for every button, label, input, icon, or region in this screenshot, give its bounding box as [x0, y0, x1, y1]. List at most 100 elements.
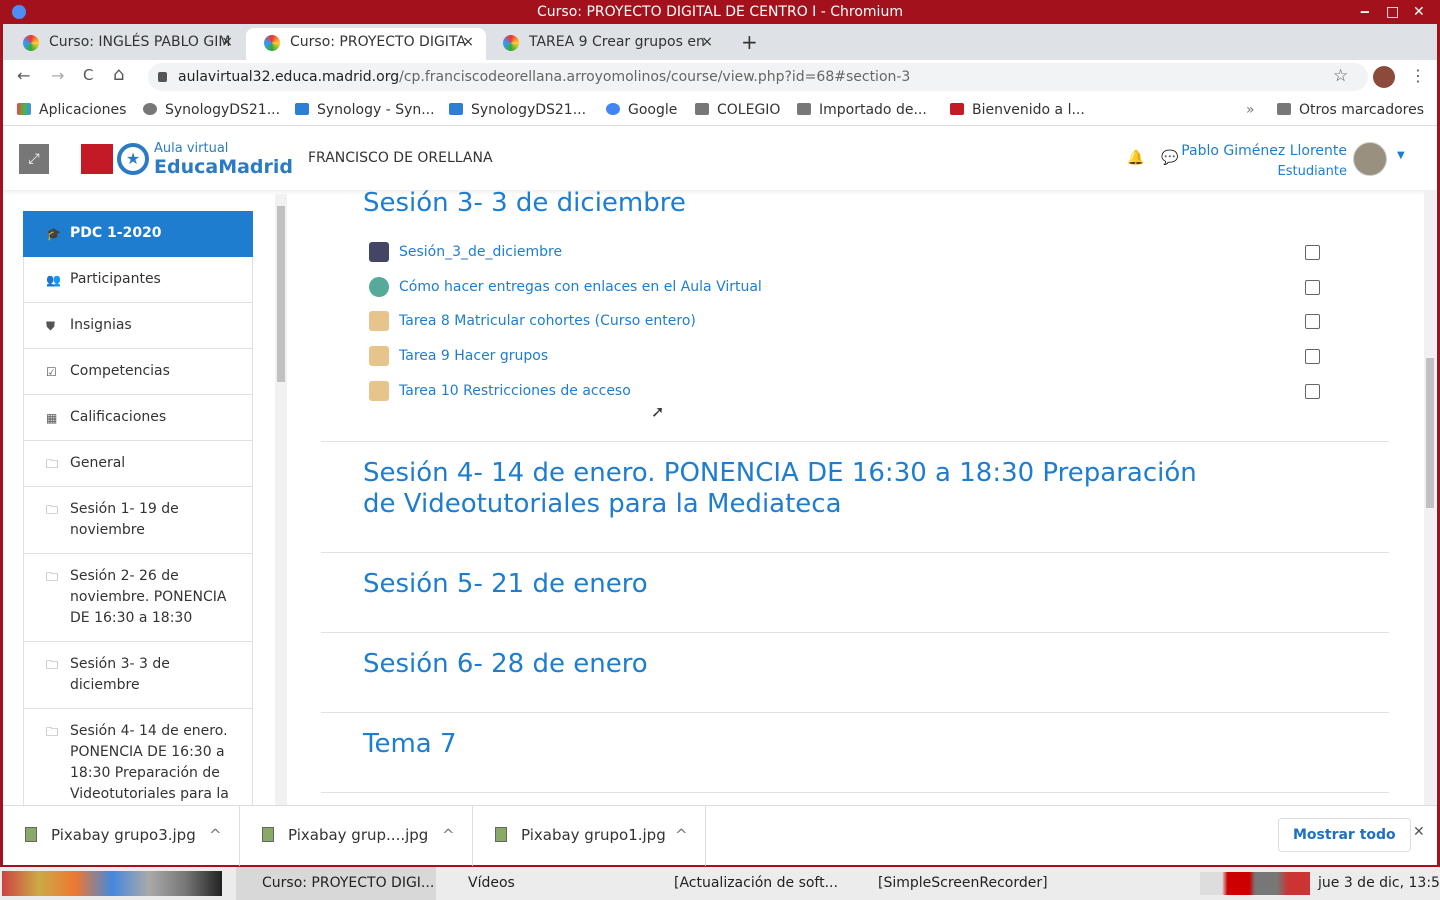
sidebar-item-insignias[interactable]: ⛊ Insignias	[23, 303, 253, 349]
completion-checkbox[interactable]	[1305, 314, 1320, 329]
educamadrid-star-logo: ★	[117, 143, 149, 175]
sidebar-item-sesion-3[interactable]: 🗀 Sesión 3- 3 de diciembre	[23, 642, 253, 709]
other-bookmarks[interactable]: Otros marcadores	[1277, 94, 1424, 126]
sidebar-scrollbar[interactable]	[275, 194, 287, 805]
check-square-icon: ☑	[46, 365, 57, 379]
bookmark-synology-2[interactable]: Synology - Syn...	[295, 94, 435, 126]
close-downloads-bar-button[interactable]: ✕	[1413, 824, 1425, 840]
bookmark-star-icon[interactable]: ☆	[1333, 66, 1348, 86]
shield-icon: ⛊	[46, 319, 56, 333]
sidebar-item-sesion-2[interactable]: 🗀 Sesión 2- 26 de noviembre. PONENCIA DE …	[23, 554, 253, 642]
users-icon: 👥	[46, 273, 61, 287]
dsm-icon	[449, 103, 463, 115]
tab-ingles[interactable]: Curso: INGLÉS PABLO GIM ×	[5, 28, 245, 60]
activity-link[interactable]: Tarea 10 Restricciones de acceso	[369, 381, 631, 401]
madrid-icon	[950, 103, 964, 115]
profile-avatar[interactable]	[1373, 66, 1395, 88]
bookmark-importado[interactable]: Importado de...	[797, 94, 927, 126]
url-host: aulavirtual32.educa.madrid.org	[178, 69, 400, 85]
assignment-icon	[369, 346, 389, 366]
table-icon: ▦	[46, 411, 58, 425]
maximize-button[interactable]: □	[1386, 0, 1399, 24]
folder-icon	[1277, 103, 1291, 115]
launcher-icons[interactable]	[2, 871, 222, 896]
activity-link[interactable]: Tarea 8 Matricular cohortes (Curso enter…	[369, 311, 696, 331]
folder-icon: 🗀	[46, 658, 59, 672]
sidebar-item-sesion-4[interactable]: 🗀 Sesión 4- 14 de enero. PONENCIA DE 16:3…	[23, 709, 253, 805]
clock[interactable]: jue 3 de dic, 13:50	[1318, 867, 1440, 900]
bookmark-synology-1[interactable]: SynologyDS21...	[143, 94, 280, 126]
section-title-sesion-6[interactable]: Sesión 6- 28 de enero	[363, 649, 648, 680]
download-options-chevron-icon[interactable]: ^	[442, 806, 455, 864]
tab-close-button[interactable]: ×	[701, 28, 713, 56]
sidebar-item-sesion-1[interactable]: 🗀 Sesión 1- 19 de noviembre	[23, 487, 253, 554]
new-tab-button[interactable]: +	[741, 28, 758, 56]
bookmark-apps[interactable]: Aplicaciones	[17, 94, 126, 126]
messages-icon[interactable]: 💬	[1161, 150, 1178, 166]
bookmark-google[interactable]: Google	[606, 94, 677, 126]
logo-title[interactable]: EducaMadrid	[154, 156, 293, 178]
sidebar-item-participantes[interactable]: 👥 Participantes	[23, 257, 253, 303]
download-item[interactable]: Pixabay grupo3.jpg ^	[3, 806, 240, 866]
sidebar-item-competencias[interactable]: ☑ Competencias	[23, 349, 253, 395]
bookmark-synology-3[interactable]: SynologyDS21...	[449, 94, 586, 126]
completion-checkbox[interactable]	[1305, 349, 1320, 364]
tab-close-button[interactable]: ×	[221, 28, 233, 56]
moodle-favicon-icon	[264, 35, 280, 51]
tab-close-button[interactable]: ×	[462, 28, 474, 56]
download-item[interactable]: Pixabay grupo1.jpg ^	[473, 806, 706, 866]
taskbar-window-updates[interactable]: [Actualización de soft...	[650, 867, 838, 900]
activity-link[interactable]: Sesión_3_de_diciembre	[369, 242, 562, 262]
minimize-button[interactable]: ‒	[1360, 0, 1370, 24]
show-all-downloads-button[interactable]: Mostrar todo	[1278, 818, 1411, 852]
sidebar-item-course[interactable]: 🎓 PDC 1-2020	[23, 211, 253, 257]
sidebar-item-calificaciones[interactable]: ▦ Calificaciones	[23, 395, 253, 441]
toolbar: ← → C ⌂ aulavirtual32.educa.madrid.org/c…	[3, 60, 1437, 94]
assignment-icon	[369, 381, 389, 401]
download-options-chevron-icon[interactable]: ^	[675, 806, 688, 864]
tab-tarea-9[interactable]: TAREA 9 Crear grupos en ×	[485, 28, 725, 60]
user-name[interactable]: Pablo Giménez Llorente	[1181, 143, 1347, 159]
activity-link[interactable]: Cómo hacer entregas con enlaces en el Au…	[369, 277, 762, 297]
taskbar-window-chromium[interactable]: Curso: PROYECTO DIGI...	[236, 867, 436, 900]
section-divider	[321, 632, 1389, 633]
tab-proyecto-digital[interactable]: Curso: PROYECTO DIGITA ×	[246, 28, 486, 60]
system-tray-icons[interactable]	[1200, 872, 1310, 895]
completion-checkbox[interactable]	[1305, 280, 1320, 295]
school-name[interactable]: FRANCISCO DE ORELLANA	[308, 150, 493, 166]
bookmarks-bar: Aplicaciones SynologyDS21... Synology - …	[3, 94, 1437, 126]
graduation-cap-icon: 🎓	[46, 227, 61, 241]
download-item[interactable]: Pixabay grup....jpg ^	[240, 806, 473, 866]
completion-checkbox[interactable]	[1305, 384, 1320, 399]
address-bar[interactable]: aulavirtual32.educa.madrid.org/cp.franci…	[148, 63, 1368, 91]
chrome-menu-button[interactable]: ⋮	[1410, 66, 1426, 85]
page-scrollbar[interactable]	[1424, 190, 1436, 805]
course-nav-drawer: 🎓 PDC 1-2020 👥 Participantes ⛊ Insignias ☑ C…	[23, 211, 253, 805]
reload-button[interactable]: C	[83, 66, 93, 84]
page-viewport: ⤢ ★ Aula virtual EducaMadrid FRANCISCO D…	[3, 126, 1437, 805]
download-options-chevron-icon[interactable]: ^	[209, 806, 222, 864]
more-bookmarks-button[interactable]: »	[1246, 94, 1255, 126]
completion-checkbox[interactable]	[1305, 245, 1320, 260]
close-window-button[interactable]: ✕	[1413, 0, 1425, 24]
forward-button[interactable]: →	[51, 66, 64, 85]
window-titlebar: Curso: PROYECTO DIGITAL DE CENTRO I - Ch…	[0, 0, 1440, 24]
google-icon	[606, 103, 620, 115]
sidebar-item-general[interactable]: 🗀 General	[23, 441, 253, 487]
bookmark-colegio[interactable]: COLEGIO	[695, 94, 780, 126]
home-button[interactable]: ⌂	[113, 64, 124, 85]
back-button[interactable]: ←	[17, 66, 30, 85]
section-title-sesion-4[interactable]: Sesión 4- 14 de enero. PONENCIA DE 16:30…	[363, 458, 1223, 520]
section-title-tema-7[interactable]: Tema 7	[363, 729, 457, 760]
bookmark-bienvenido[interactable]: Bienvenido a l...	[950, 94, 1085, 126]
section-title-sesion-3[interactable]: Sesión 3- 3 de diciembre	[363, 188, 686, 219]
section-title-sesion-5[interactable]: Sesión 5- 21 de enero	[363, 569, 648, 600]
user-menu-caret-icon[interactable]: ▼	[1397, 150, 1405, 161]
notifications-bell-icon[interactable]: 🔔	[1127, 150, 1144, 166]
section-divider	[321, 441, 1389, 442]
taskbar-window-videos[interactable]: Vídeos	[444, 867, 515, 900]
taskbar-window-recorder[interactable]: [SimpleScreenRecorder]	[854, 867, 1048, 900]
user-avatar[interactable]	[1353, 142, 1387, 176]
activity-link[interactable]: Tarea 9 Hacer grupos	[369, 346, 548, 366]
expand-icon[interactable]: ⤢	[19, 144, 49, 174]
